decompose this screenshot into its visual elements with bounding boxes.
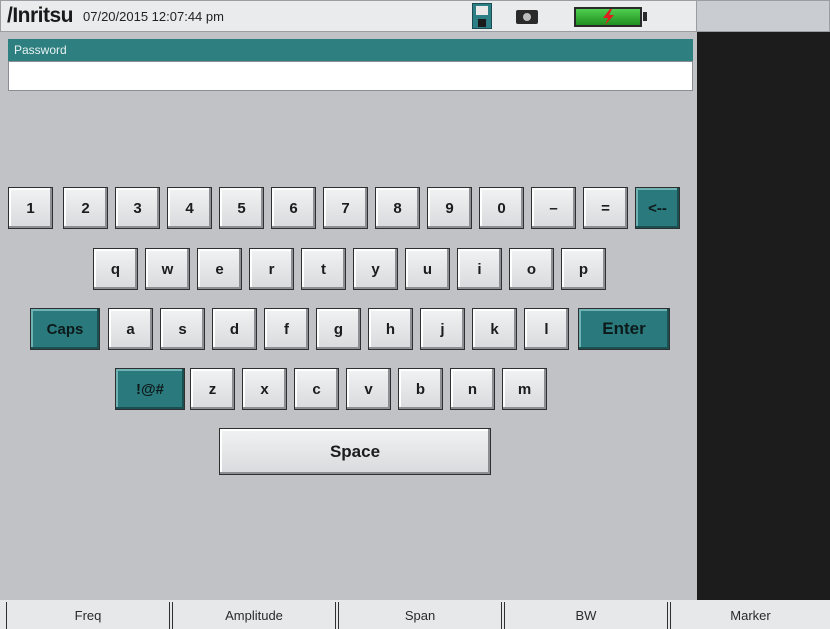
key-f[interactable]: f: [264, 308, 309, 350]
key-c[interactable]: c: [294, 368, 339, 410]
key-h[interactable]: h: [368, 308, 413, 350]
key-p[interactable]: p: [561, 248, 606, 290]
battery-tip: [643, 12, 647, 21]
symbols-button[interactable]: !@#: [115, 368, 185, 410]
key-r[interactable]: r: [249, 248, 294, 290]
key-k[interactable]: k: [472, 308, 517, 350]
key-b[interactable]: b: [398, 368, 443, 410]
key-y[interactable]: y: [353, 248, 398, 290]
charging-bolt-icon: [603, 9, 614, 25]
right-title-area: [697, 0, 830, 32]
key-3[interactable]: 3: [115, 187, 160, 229]
title-bar: /Inritsu 07/20/2015 12:07:44 pm: [0, 0, 697, 32]
softkey-side-panel: [697, 32, 830, 600]
camera-icon[interactable]: [516, 10, 538, 24]
password-label: Password: [8, 39, 693, 61]
key-w[interactable]: w: [145, 248, 190, 290]
span-softkey[interactable]: Span: [338, 602, 502, 629]
key-2[interactable]: 2: [63, 187, 108, 229]
key-v[interactable]: v: [346, 368, 391, 410]
key-i[interactable]: i: [457, 248, 502, 290]
key-minus[interactable]: –: [531, 187, 576, 229]
key-4[interactable]: 4: [167, 187, 212, 229]
key-j[interactable]: j: [420, 308, 465, 350]
caps-button[interactable]: Caps: [30, 308, 100, 350]
key-t[interactable]: t: [301, 248, 346, 290]
softkey-bar: Freq Amplitude Span BW Marker: [0, 600, 830, 629]
key-e[interactable]: e: [197, 248, 242, 290]
date-time: 07/20/2015 12:07:44 pm: [83, 9, 224, 24]
key-u[interactable]: u: [405, 248, 450, 290]
key-9[interactable]: 9: [427, 187, 472, 229]
space-button[interactable]: Space: [219, 428, 491, 475]
key-g[interactable]: g: [316, 308, 361, 350]
marker-softkey[interactable]: Marker: [670, 602, 830, 629]
key-5[interactable]: 5: [219, 187, 264, 229]
freq-softkey[interactable]: Freq: [6, 602, 170, 629]
key-equals[interactable]: =: [583, 187, 628, 229]
key-8[interactable]: 8: [375, 187, 420, 229]
key-s[interactable]: s: [160, 308, 205, 350]
key-d[interactable]: d: [212, 308, 257, 350]
key-q[interactable]: q: [93, 248, 138, 290]
battery-charging-icon: [574, 7, 642, 27]
floppy-disk-icon[interactable]: [472, 3, 492, 29]
key-6[interactable]: 6: [271, 187, 316, 229]
amplitude-softkey[interactable]: Amplitude: [172, 602, 336, 629]
key-l[interactable]: l: [524, 308, 569, 350]
key-1[interactable]: 1: [8, 187, 53, 229]
enter-button[interactable]: Enter: [578, 308, 670, 350]
key-m[interactable]: m: [502, 368, 547, 410]
password-input[interactable]: [8, 61, 693, 91]
key-o[interactable]: o: [509, 248, 554, 290]
key-n[interactable]: n: [450, 368, 495, 410]
key-x[interactable]: x: [242, 368, 287, 410]
key-0[interactable]: 0: [479, 187, 524, 229]
key-z[interactable]: z: [190, 368, 235, 410]
backspace-button[interactable]: <--: [635, 187, 680, 229]
bw-softkey[interactable]: BW: [504, 602, 668, 629]
key-a[interactable]: a: [108, 308, 153, 350]
key-7[interactable]: 7: [323, 187, 368, 229]
anritsu-logo: /Inritsu: [7, 4, 74, 27]
